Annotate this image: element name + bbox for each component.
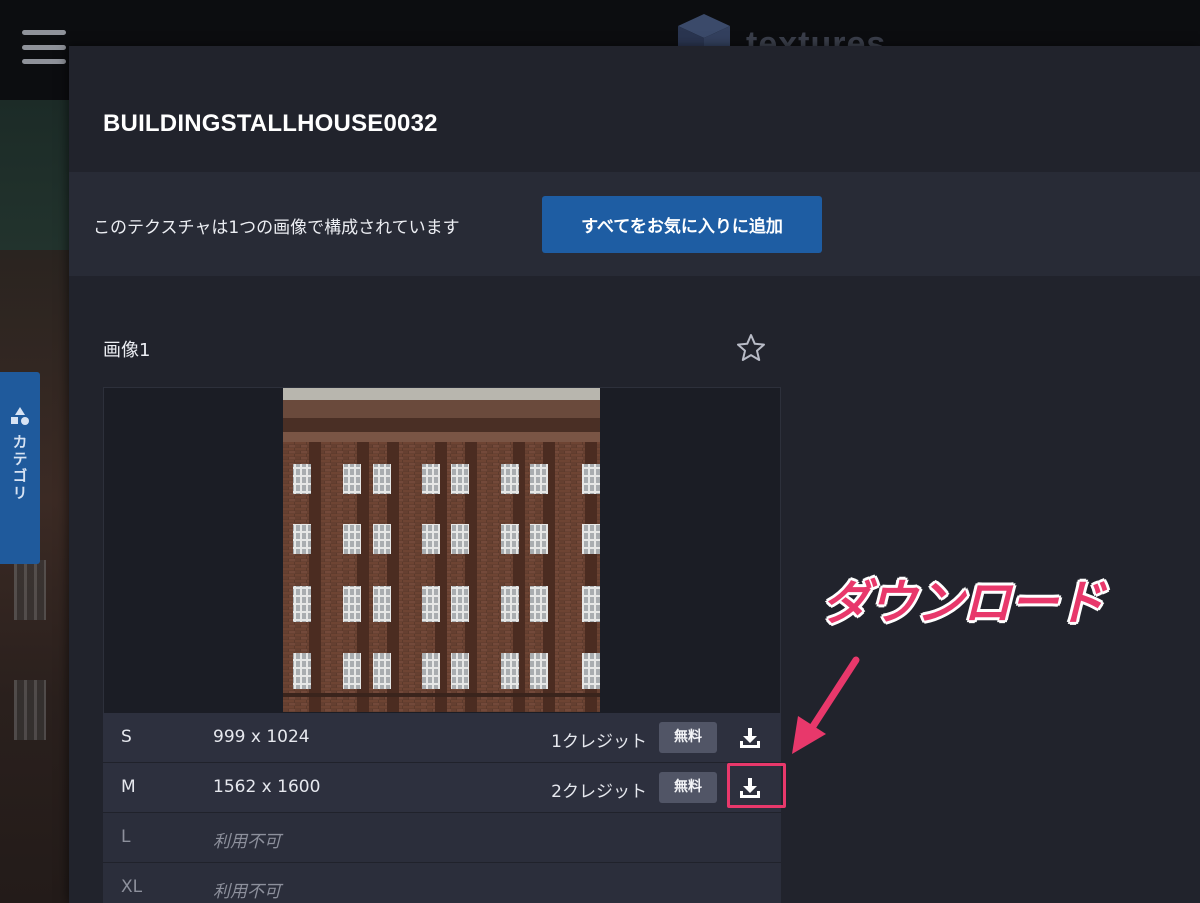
- size-row-m: M 1562 x 1600 2クレジット 無料: [103, 763, 781, 813]
- download-icon: [740, 728, 760, 748]
- size-row-s: S 999 x 1024 1クレジット 無料: [103, 713, 781, 763]
- image-title: 画像1: [103, 340, 151, 361]
- logo-cube-icon: [678, 14, 730, 48]
- annotation-label: ダウンロード: [822, 575, 1105, 631]
- size-label: M: [121, 777, 136, 797]
- image-count-text: このテクスチャは1つの画像で構成されています: [93, 218, 460, 238]
- credit-cost: 1クレジット: [551, 732, 647, 752]
- size-row-l: L 利用不可: [103, 813, 781, 863]
- unavailable-text: 利用不可: [213, 882, 281, 902]
- size-row-xl: XL 利用不可: [103, 863, 781, 903]
- category-tab[interactable]: カテゴリ: [0, 372, 40, 564]
- annotation-arrow-icon: [792, 656, 860, 754]
- texture-info-bar: このテクスチャは1つの画像で構成されています すべてをお気に入りに追加: [69, 172, 1200, 276]
- size-label: XL: [121, 877, 143, 897]
- free-badge: 無料: [659, 772, 717, 803]
- texture-title: BUILDINGSTALLHOUSE0032: [103, 110, 438, 137]
- texture-thumbnail[interactable]: [283, 388, 600, 712]
- texture-detail-modal: BUILDINGSTALLHOUSE0032 このテクスチャは1つの画像で構成さ…: [69, 46, 1200, 903]
- shapes-icon: [11, 407, 29, 425]
- free-badge: 無料: [659, 722, 717, 753]
- unavailable-text: 利用不可: [213, 832, 281, 852]
- size-label: L: [121, 827, 131, 847]
- download-icon: [740, 778, 760, 798]
- resolution: 999 x 1024: [213, 727, 310, 747]
- add-all-to-favorites-button[interactable]: すべてをお気に入りに追加: [542, 196, 822, 253]
- size-table: S 999 x 1024 1クレジット 無料 M 1562 x 1600 2クレ…: [103, 713, 781, 903]
- hamburger-menu-icon[interactable]: [22, 30, 66, 64]
- category-tab-label: カテゴリ: [10, 434, 29, 502]
- site-logo[interactable]: textures: [676, 14, 916, 48]
- size-label: S: [121, 727, 132, 747]
- download-button-s[interactable]: [733, 722, 767, 754]
- logo-text: textures: [746, 24, 887, 49]
- favorite-star-icon[interactable]: [735, 332, 767, 364]
- resolution: 1562 x 1600: [213, 777, 321, 797]
- credit-cost: 2クレジット: [551, 782, 647, 802]
- download-button-m[interactable]: [733, 772, 767, 804]
